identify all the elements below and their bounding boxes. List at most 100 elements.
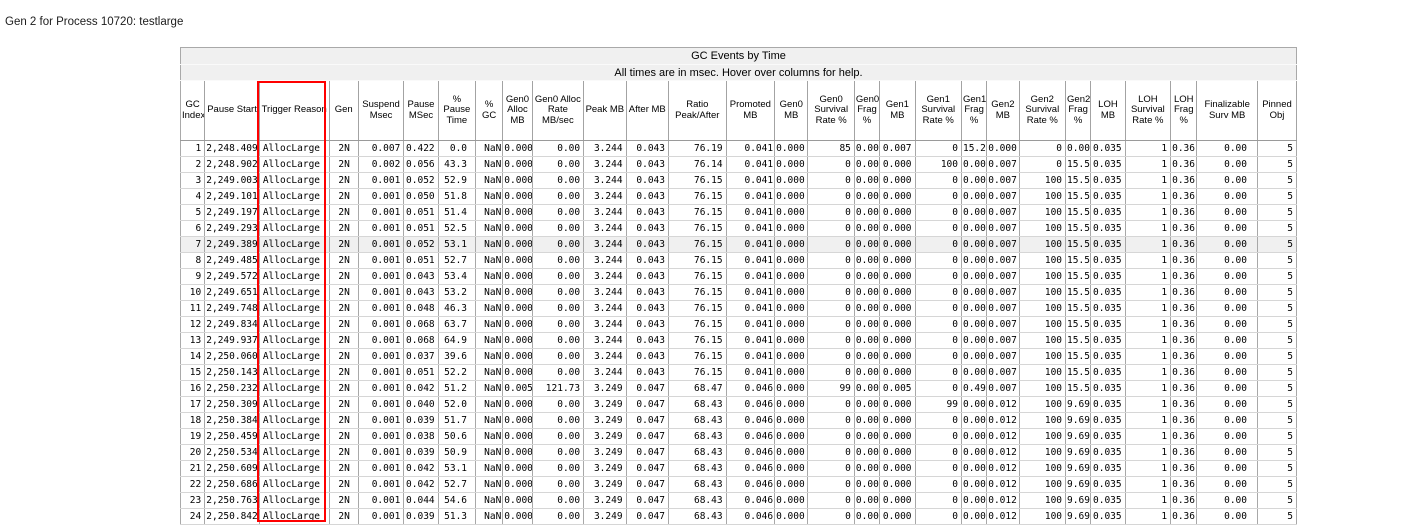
column-header[interactable]: Gen1 Frag % [961, 80, 988, 141]
cell: 0.00 [854, 444, 881, 461]
column-header[interactable]: Pause Start [204, 80, 260, 141]
column-header[interactable]: Gen2 Frag % [1065, 80, 1092, 141]
cell: 0.00 [961, 300, 988, 317]
cell: 0.041 [725, 156, 776, 173]
cell: 0.36 [1170, 476, 1198, 493]
table-row[interactable]: 8 2,249.485 AllocLarge 2N 0.001 0.051 52.7 NaN 0… [180, 252, 1298, 269]
table-row[interactable]: 15 2,250.143 AllocLarge 2N 0.001 0.051 52.2 NaN… [180, 364, 1298, 381]
table-row[interactable]: 2 2,248.902 AllocLarge 2N 0.002 0.056 43.3 NaN 0… [180, 156, 1298, 173]
cell: 22 [180, 476, 206, 493]
cell: 0.00 [532, 476, 585, 493]
column-header[interactable]: Promoted MB [725, 80, 776, 141]
cell: AllocLarge [259, 412, 330, 429]
cell: 53.1 [438, 236, 477, 253]
table-row[interactable]: 13 2,249.937 AllocLarge 2N 0.001 0.068 64.9 NaN… [180, 332, 1298, 349]
column-header[interactable]: After MB [626, 80, 670, 141]
cell: 0 [915, 380, 962, 397]
cell: 0.035 [1090, 348, 1126, 365]
cell: 5 [1257, 156, 1298, 173]
table-row[interactable]: 1 2,248.409 AllocLarge 2N 0.007 0.422 0.0 NaN 0.… [180, 140, 1298, 157]
cell: 0.00 [1196, 172, 1258, 189]
cell: 3.249 [583, 460, 627, 477]
column-header[interactable]: Gen0 Frag % [854, 80, 881, 141]
column-header[interactable]: Gen [329, 80, 359, 141]
cell: 2N [329, 476, 359, 493]
table-row[interactable]: 16 2,250.232 AllocLarge 2N 0.001 0.042 51.2 NaN… [180, 380, 1298, 397]
table-row[interactable]: 24 2,250.842 AllocLarge 2N 0.001 0.039 51.3 NaN… [180, 508, 1298, 525]
cell: 0.007 [986, 316, 1020, 333]
column-header[interactable]: Suspend Msec [357, 80, 405, 141]
cell: 0.36 [1170, 140, 1198, 157]
table-row[interactable]: 3 2,249.003 AllocLarge 2N 0.001 0.052 52.9 NaN 0… [180, 172, 1298, 189]
cell: 15.53 [1065, 156, 1092, 173]
table-row[interactable]: 9 2,249.572 AllocLarge 2N 0.001 0.043 53.4 NaN 0… [180, 268, 1298, 285]
cell: 0.007 [986, 156, 1020, 173]
table-row[interactable]: 14 2,250.060 AllocLarge 2N 0.001 0.037 39.6 NaN… [180, 348, 1298, 365]
table-row[interactable]: 7 2,249.389 AllocLarge 2N 0.001 0.052 53.1 NaN 0… [180, 236, 1298, 253]
column-header[interactable]: GC Index [180, 80, 206, 141]
column-header[interactable]: LOH Frag % [1170, 80, 1198, 141]
cell: 2N [329, 204, 359, 221]
table-row[interactable]: 21 2,250.609 AllocLarge 2N 0.001 0.042 53.1 NaN… [180, 460, 1298, 477]
column-header[interactable]: Gen2 Survival Rate % [1019, 80, 1067, 141]
cell: 2,250.459 [204, 428, 260, 445]
cell: 15.53 [1065, 172, 1092, 189]
column-header[interactable]: % Pause Time [438, 80, 477, 141]
cell: 0.000 [502, 396, 533, 413]
cell: 0.00 [854, 268, 881, 285]
cell: 3.249 [583, 508, 627, 525]
table-row[interactable]: 22 2,250.686 AllocLarge 2N 0.001 0.042 52.7 NaN… [180, 476, 1298, 493]
cell: 3.244 [583, 300, 627, 317]
cell: 14 [180, 348, 206, 365]
table-row[interactable]: 19 2,250.459 AllocLarge 2N 0.001 0.038 50.6 NaN… [180, 428, 1298, 445]
cell: 0.012 [986, 428, 1020, 445]
column-header[interactable]: Pinned Obj [1257, 80, 1298, 141]
table-row[interactable]: 6 2,249.293 AllocLarge 2N 0.001 0.051 52.5 NaN 0… [180, 220, 1298, 237]
cell: 5 [1257, 460, 1298, 477]
cell: AllocLarge [259, 460, 330, 477]
cell: 0.044 [403, 492, 439, 509]
column-header[interactable]: Pause MSec [403, 80, 439, 141]
column-header[interactable]: Gen0 Survival Rate % [807, 80, 855, 141]
cell: 0.00 [1196, 284, 1258, 301]
table-row[interactable]: 17 2,250.309 AllocLarge 2N 0.001 0.040 52.0 NaN… [180, 396, 1298, 413]
cell: 0.041 [725, 220, 776, 237]
column-header[interactable]: % GC [475, 80, 504, 141]
column-header[interactable]: Finalizable Surv MB [1196, 80, 1258, 141]
column-header[interactable]: Gen2 MB [986, 80, 1020, 141]
table-row[interactable]: 4 2,249.101 AllocLarge 2N 0.001 0.050 51.8 NaN 0… [180, 188, 1298, 205]
cell: 0.046 [725, 492, 776, 509]
cell: 52.7 [438, 476, 477, 493]
table-row[interactable]: 10 2,249.651 AllocLarge 2N 0.001 0.043 53.2 NaN… [180, 284, 1298, 301]
cell: 0.00 [961, 396, 988, 413]
cell: 0.056 [403, 156, 439, 173]
table-row[interactable]: 11 2,249.748 AllocLarge 2N 0.001 0.048 46.3 NaN… [180, 300, 1298, 317]
column-header[interactable]: Ratio Peak/After [668, 80, 727, 141]
column-header[interactable]: Gen1 Survival Rate % [915, 80, 962, 141]
cell: 0.00 [1065, 140, 1092, 157]
table-row[interactable]: 23 2,250.763 AllocLarge 2N 0.001 0.044 54.6 NaN… [180, 492, 1298, 509]
column-header[interactable]: Peak MB [583, 80, 627, 141]
cell: 7 [180, 236, 206, 253]
column-header[interactable]: LOH MB [1090, 80, 1126, 141]
column-header[interactable]: Trigger Reason [259, 80, 330, 141]
cell: 0 [915, 508, 962, 525]
column-header[interactable]: LOH Survival Rate % [1125, 80, 1172, 141]
cell: NaN [475, 428, 504, 445]
column-header[interactable]: Gen0 Alloc Rate MB/sec [532, 80, 585, 141]
cell: 1 [1125, 380, 1172, 397]
column-header[interactable]: Gen0 MB [774, 80, 809, 141]
cell: 2N [329, 492, 359, 509]
cell: 0.000 [879, 236, 916, 253]
table-row[interactable]: 5 2,249.197 AllocLarge 2N 0.001 0.051 51.4 NaN 0… [180, 204, 1298, 221]
table-row[interactable]: 20 2,250.534 AllocLarge 2N 0.001 0.039 50.9 NaN… [180, 444, 1298, 461]
cell: 0.007 [986, 204, 1020, 221]
cell: 0.007 [986, 332, 1020, 349]
table-row[interactable]: 12 2,249.834 AllocLarge 2N 0.001 0.068 63.7 NaN… [180, 316, 1298, 333]
cell: 0.36 [1170, 300, 1198, 317]
cell: 5 [1257, 396, 1298, 413]
cell: 0.00 [1196, 460, 1258, 477]
table-row[interactable]: 18 2,250.384 AllocLarge 2N 0.001 0.039 51.7 NaN… [180, 412, 1298, 429]
column-header[interactable]: Gen1 MB [879, 80, 916, 141]
column-header[interactable]: Gen0 Alloc MB [502, 80, 533, 141]
